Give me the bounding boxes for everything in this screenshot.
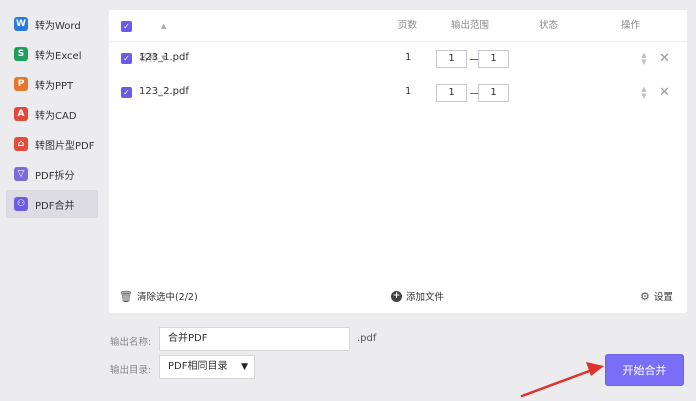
table-row: ✓ 123_2.pdf 1 1 1 ▲ ▼ ✕ xyxy=(109,76,687,110)
plus-circle-icon: + xyxy=(391,290,402,302)
sidebar-item-pdf-merge[interactable]: ⚇ PDF合并 xyxy=(6,190,98,218)
file-list-panel: ✓ 名称▲ ▼ 页数 输出范围 状态 操作 ✓ 123_1.pdf 1 1 1 ▲… xyxy=(109,10,687,313)
range-to-input[interactable]: 1 xyxy=(478,50,509,68)
sidebar-item-label: 转图片型PDF xyxy=(35,140,95,152)
sidebar-item-to-word[interactable]: W 转为Word xyxy=(6,10,98,38)
trash-icon: 🗑 xyxy=(119,289,133,303)
sidebar-item-to-excel[interactable]: S 转为Excel xyxy=(6,40,98,68)
clear-selected-label: 清除选中(2/2) xyxy=(136,292,198,303)
merge-icon: ⚇ xyxy=(14,197,28,211)
chevron-down-icon: ▼ xyxy=(241,362,248,372)
output-name-label: 输出名称: xyxy=(110,337,152,348)
arrow-shaft xyxy=(520,368,594,398)
sidebar-item-label: 转为CAD xyxy=(35,110,77,122)
table-row: ✓ 123_1.pdf 1 1 1 ▲ ▼ ✕ xyxy=(109,42,687,76)
sidebar-item-label: PDF合并 xyxy=(35,200,75,212)
start-merge-button[interactable]: 开始合并 xyxy=(605,354,684,386)
row-checkbox[interactable]: ✓ xyxy=(121,53,132,64)
sidebar-item-label: 转为Word xyxy=(35,20,81,32)
output-suffix: .pdf xyxy=(357,333,377,344)
sidebar: W 转为Word S 转为Excel P 转为PPT A 转为CAD ⌂ 转图片… xyxy=(6,10,98,220)
remove-file-icon[interactable]: ✕ xyxy=(659,52,670,65)
cad-icon: A xyxy=(14,107,28,121)
sidebar-item-to-ppt[interactable]: P 转为PPT xyxy=(6,70,98,98)
range-separator xyxy=(470,93,478,94)
ppt-icon: P xyxy=(14,77,28,91)
output-dir-value: PDF相同目录 xyxy=(168,361,228,372)
sidebar-item-label: 转为Excel xyxy=(35,50,82,62)
column-header-status: 状态 xyxy=(539,20,559,31)
settings-button[interactable]: ⚙ 设置 xyxy=(640,279,673,313)
add-file-label: 添加文件 xyxy=(406,292,445,303)
row-checkbox[interactable]: ✓ xyxy=(121,87,132,98)
add-file-button[interactable]: + 添加文件 xyxy=(391,279,444,313)
table-header: ✓ 名称▲ ▼ 页数 输出范围 状态 操作 xyxy=(109,10,687,64)
column-header-name[interactable]: 名称▲ ▼ xyxy=(139,10,166,64)
range-separator xyxy=(470,59,478,60)
file-name: 123_1.pdf xyxy=(139,52,189,63)
sidebar-item-image-pdf[interactable]: ⌂ 转图片型PDF xyxy=(6,130,98,158)
split-icon: ▽ xyxy=(14,167,28,181)
panel-footer: 🗑 清除选中(2/2) + 添加文件 ⚙ 设置 xyxy=(109,279,687,313)
sidebar-item-pdf-split[interactable]: ▽ PDF拆分 xyxy=(6,160,98,188)
excel-icon: S xyxy=(14,47,28,61)
gear-icon: ⚙ xyxy=(640,289,650,303)
range-from-input[interactable]: 1 xyxy=(436,84,467,102)
image-pdf-icon: ⌂ xyxy=(14,137,28,151)
column-header-range: 输出范围 xyxy=(451,20,490,31)
page-count: 1 xyxy=(405,86,412,97)
sidebar-item-label: 转为PPT xyxy=(35,80,74,92)
column-header-actions: 操作 xyxy=(621,20,641,31)
output-dir-select[interactable]: PDF相同目录 ▼ xyxy=(159,355,255,379)
settings-label: 设置 xyxy=(653,292,673,303)
range-from-input[interactable]: 1 xyxy=(436,50,467,68)
select-all-checkbox[interactable]: ✓ xyxy=(121,21,132,32)
output-dir-label: 输出目录: xyxy=(110,365,152,376)
page-count: 1 xyxy=(405,52,412,63)
word-icon: W xyxy=(14,17,28,31)
sidebar-item-label: PDF拆分 xyxy=(35,170,75,182)
column-header-pages: 页数 xyxy=(398,20,418,31)
remove-file-icon[interactable]: ✕ xyxy=(659,86,670,99)
sidebar-item-to-cad[interactable]: A 转为CAD xyxy=(6,100,98,128)
move-up-down-icon[interactable]: ▲ ▼ xyxy=(639,52,649,66)
file-name: 123_2.pdf xyxy=(139,86,189,97)
clear-selected-button[interactable]: 🗑 清除选中(2/2) xyxy=(119,279,198,313)
output-name-input[interactable]: 合并PDF xyxy=(159,327,350,351)
arrow-head-icon xyxy=(586,362,604,376)
range-to-input[interactable]: 1 xyxy=(478,84,509,102)
move-up-down-icon[interactable]: ▲ ▼ xyxy=(639,86,649,100)
